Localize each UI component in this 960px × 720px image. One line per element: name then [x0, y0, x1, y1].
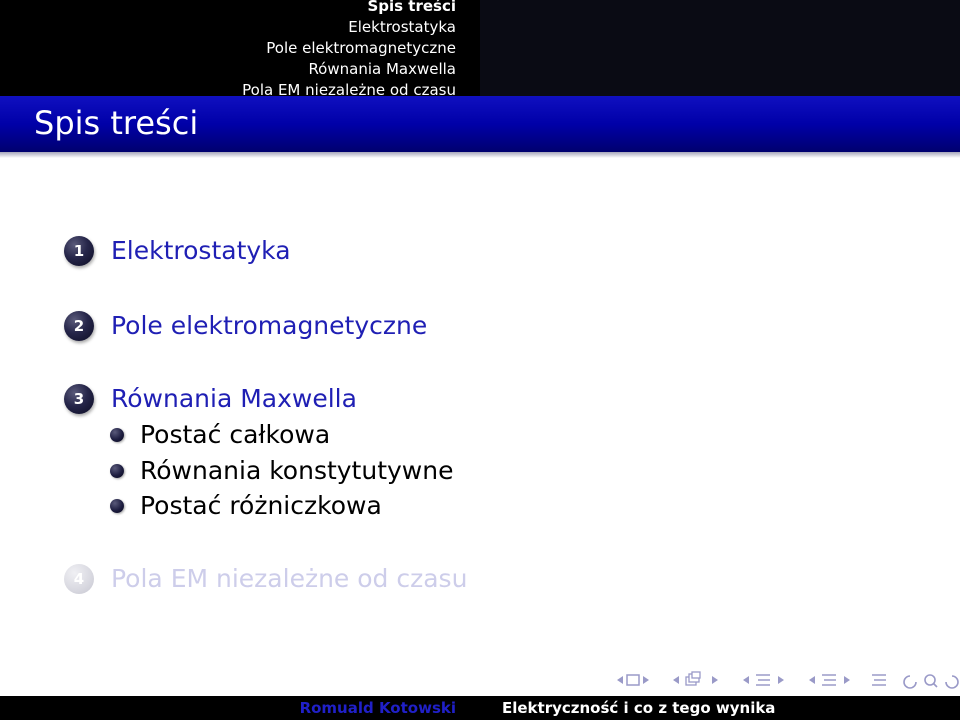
- ball-bullet-icon: [110, 499, 124, 513]
- navigation-symbols: [610, 668, 960, 692]
- nav-frame-icon[interactable]: [610, 671, 656, 689]
- section-number-badge: 3: [64, 384, 94, 414]
- toc-subsection-label: Równania konstytutywne: [140, 456, 454, 485]
- ball-bullet-icon: [110, 428, 124, 442]
- toc-section-3[interactable]: 3 Równania Maxwella: [64, 382, 357, 416]
- toc-subsection-label: Postać całkowa: [140, 420, 331, 449]
- footline: Romuald Kotowski Elektryczność i co z te…: [0, 696, 960, 720]
- toc-section-1[interactable]: 1 Elektrostatyka: [64, 234, 291, 268]
- footline-title-box: Elektryczność i co z tego wynika: [480, 696, 960, 720]
- toc-section-4[interactable]: 4 Pola EM niezależne od czasu: [64, 562, 467, 596]
- footer-title: Elektryczność i co z tego wynika: [502, 699, 776, 717]
- nav-section-icon[interactable]: [736, 671, 792, 689]
- toc-subsection-2[interactable]: Równania konstytutywne: [110, 454, 453, 488]
- nav-presentation-icon[interactable]: [802, 671, 858, 689]
- ball-bullet-icon: [110, 464, 124, 478]
- table-of-contents: 1 Elektrostatyka 2 Pole elektromagnetycz…: [0, 0, 960, 720]
- toc-subsection-1[interactable]: Postać całkowa: [110, 418, 330, 452]
- toc-subsection-label: Postać różniczkowa: [140, 491, 382, 520]
- footline-author-box: Romuald Kotowski: [0, 696, 480, 720]
- toc-section-label: Elektrostatyka: [111, 236, 291, 265]
- nav-appendix-icon[interactable]: [868, 671, 892, 689]
- section-number-badge: 2: [64, 311, 94, 341]
- section-number-badge: 1: [64, 236, 94, 266]
- toc-section-label: Pole elektromagnetyczne: [111, 311, 428, 340]
- nav-subsection-icon[interactable]: [666, 671, 726, 689]
- footer-author: Romuald Kotowski: [299, 699, 456, 717]
- section-number-badge: 4: [64, 564, 94, 594]
- toc-section-label: Pola EM niezależne od czasu: [111, 564, 468, 593]
- toc-section-label: Równania Maxwella: [111, 384, 357, 413]
- nav-zoom-icon[interactable]: [902, 671, 960, 689]
- toc-subsection-3[interactable]: Postać różniczkowa: [110, 489, 382, 523]
- toc-section-2[interactable]: 2 Pole elektromagnetyczne: [64, 309, 427, 343]
